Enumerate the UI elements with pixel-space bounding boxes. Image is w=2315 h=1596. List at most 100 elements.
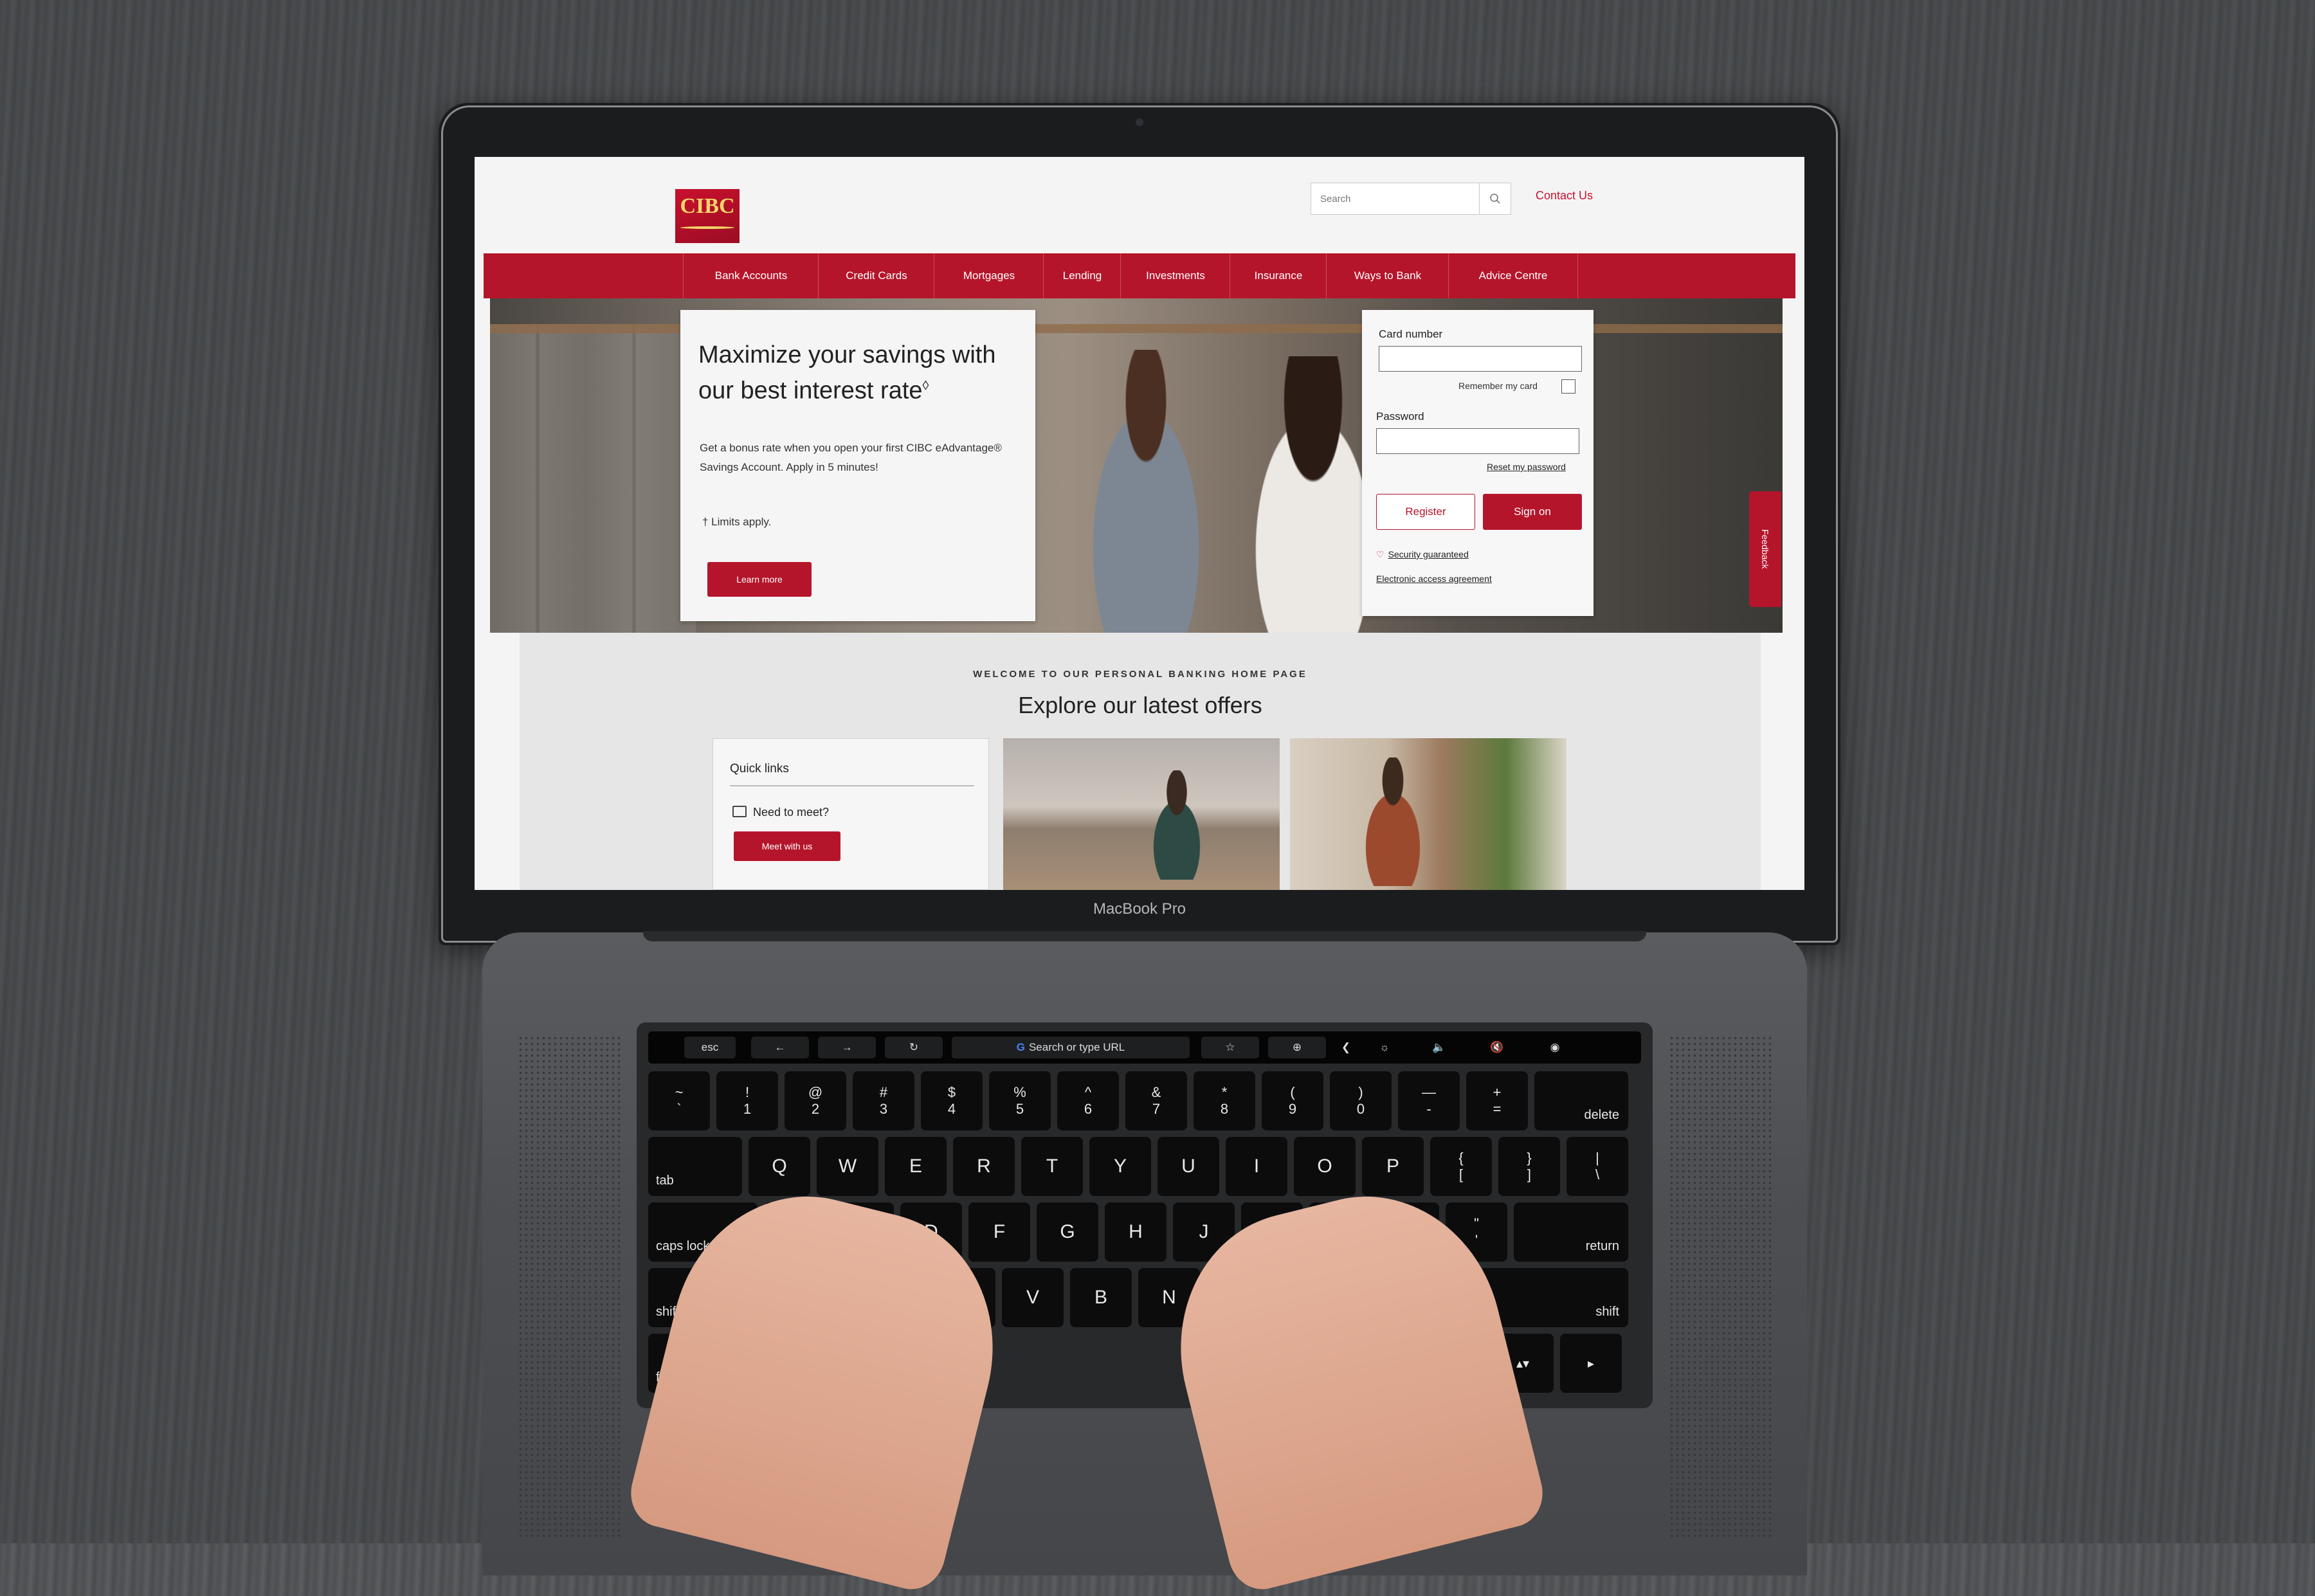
security-guaranteed-link[interactable]: ♡ Security guaranteed [1376, 549, 1469, 560]
key[interactable]: ^ 6 [1057, 1071, 1119, 1130]
key[interactable]: { [ [1430, 1137, 1492, 1196]
key[interactable]: I [1226, 1137, 1287, 1196]
divider [730, 785, 974, 786]
key[interactable]: Q [749, 1137, 810, 1196]
key[interactable]: ! 1 [716, 1071, 778, 1130]
shift-key[interactable]: shift [1479, 1268, 1628, 1327]
key[interactable]: ) 0 [1330, 1071, 1392, 1130]
key[interactable]: T [1021, 1137, 1083, 1196]
key[interactable]: E [885, 1137, 947, 1196]
laptop-lid: CIBC Contact Us Bank Accounts Credit Car… [439, 103, 1840, 945]
photo-figure [1348, 757, 1438, 886]
speaker-grille [1669, 1035, 1772, 1537]
key[interactable]: * 8 [1194, 1071, 1255, 1130]
key[interactable]: H [1105, 1202, 1167, 1262]
key[interactable]: } ] [1498, 1137, 1560, 1196]
offer-image-beach[interactable] [1003, 738, 1280, 890]
key[interactable]: G [1037, 1202, 1098, 1262]
forward-arrow-icon[interactable]: → [818, 1037, 876, 1058]
sign-in-panel: Card number Remember my card Password Re… [1362, 310, 1593, 616]
promo-body: Get a bonus rate when you open your firs… [700, 442, 1002, 473]
offers-section: WELCOME TO OUR PERSONAL BANKING HOME PAG… [520, 633, 1761, 890]
nav-credit-cards[interactable]: Credit Cards [818, 253, 934, 298]
nav-lending[interactable]: Lending [1043, 253, 1121, 298]
cibc-logo[interactable]: CIBC [675, 189, 740, 243]
key[interactable]: O [1294, 1137, 1356, 1196]
mute-icon[interactable]: 🔇 [1471, 1037, 1523, 1058]
promo-note: † Limits apply. [702, 516, 772, 528]
touch-bar: esc ← → ↻ G Search or type URL ☆ ⊕ ❮ ☼ 🔈 … [648, 1031, 1641, 1064]
hinge [643, 931, 1646, 941]
google-icon: G [1016, 1041, 1025, 1053]
speaker-grille [518, 1035, 621, 1537]
offer-image-home[interactable] [1290, 738, 1566, 890]
shield-icon: ♡ [1376, 549, 1384, 559]
key[interactable]: # 3 [853, 1071, 914, 1130]
search-box [1311, 183, 1511, 215]
reload-icon[interactable]: ↻ [885, 1037, 943, 1058]
key[interactable]: V [1002, 1268, 1064, 1327]
password-label: Password [1376, 410, 1424, 422]
register-button[interactable]: Register [1376, 494, 1475, 530]
welcome-eyebrow: WELCOME TO OUR PERSONAL BANKING HOME PAG… [973, 669, 1307, 680]
remember-card-label: Remember my card [1458, 381, 1538, 391]
card-number-field[interactable] [1379, 346, 1582, 372]
quick-links-card: Quick links Need to meet? Meet with us [713, 738, 989, 890]
main-nav: Bank Accounts Credit Cards Mortgages Len… [484, 253, 1795, 298]
nav-insurance[interactable]: Insurance [1230, 253, 1327, 298]
need-to-meet-text: Need to meet? [753, 806, 830, 819]
brightness-icon[interactable]: ☼ [1362, 1037, 1407, 1058]
back-arrow-icon[interactable]: ← [751, 1037, 809, 1058]
right-arrow-icon[interactable]: ▸ [1560, 1334, 1622, 1393]
reset-password-link[interactable]: Reset my password [1487, 462, 1566, 472]
touchbar-url-field[interactable]: G Search or type URL [952, 1037, 1190, 1058]
delete-key[interactable]: delete [1534, 1071, 1628, 1130]
remember-card-checkbox[interactable] [1561, 379, 1575, 394]
key[interactable]: $ 4 [921, 1071, 983, 1130]
key[interactable]: + = [1466, 1071, 1528, 1130]
key[interactable]: & 7 [1125, 1071, 1187, 1130]
key[interactable]: R [953, 1137, 1015, 1196]
nav-investments[interactable]: Investments [1120, 253, 1230, 298]
search-button[interactable] [1479, 183, 1511, 214]
search-input[interactable] [1311, 183, 1480, 214]
bookmark-star-icon[interactable]: ☆ [1201, 1037, 1259, 1058]
new-tab-icon[interactable]: ⊕ [1268, 1037, 1326, 1058]
key[interactable]: P [1362, 1137, 1424, 1196]
meet-with-us-button[interactable]: Meet with us [734, 831, 840, 861]
nav-bank-accounts[interactable]: Bank Accounts [683, 253, 819, 298]
key[interactable]: Y [1089, 1137, 1151, 1196]
key[interactable]: | \ [1566, 1137, 1628, 1196]
site-header: CIBC Contact Us [475, 157, 1804, 253]
key[interactable]: @ 2 [785, 1071, 846, 1130]
contact-us-link[interactable]: Contact Us [1536, 189, 1593, 203]
password-field[interactable] [1376, 428, 1579, 454]
nav-ways-to-bank[interactable]: Ways to Bank [1326, 253, 1449, 298]
key[interactable]: — - [1398, 1071, 1460, 1130]
esc-key[interactable]: esc [684, 1037, 736, 1058]
card-number-label: Card number [1379, 328, 1443, 340]
key[interactable]: ~ ` [648, 1071, 710, 1130]
collapse-chevron-icon[interactable]: ❮ [1336, 1037, 1356, 1058]
volume-icon[interactable]: 🔈 [1413, 1037, 1465, 1058]
sign-on-button[interactable]: Sign on [1483, 494, 1582, 530]
learn-more-button[interactable]: Learn more [707, 562, 812, 597]
siri-icon[interactable]: ◉ [1529, 1037, 1581, 1058]
camera [1136, 118, 1143, 126]
nav-advice-centre[interactable]: Advice Centre [1448, 253, 1578, 298]
calendar-icon [732, 806, 747, 817]
feedback-tab[interactable]: Feedback [1749, 491, 1781, 607]
tab-key[interactable]: tab [648, 1137, 742, 1196]
key[interactable]: ( 9 [1262, 1071, 1323, 1130]
search-icon [1490, 194, 1500, 204]
key[interactable]: % 5 [989, 1071, 1051, 1130]
key[interactable]: U [1158, 1137, 1219, 1196]
key[interactable]: F [968, 1202, 1030, 1262]
return-key[interactable]: return [1514, 1202, 1628, 1262]
hero-photo-cabinets [490, 324, 696, 633]
key[interactable]: W [817, 1137, 878, 1196]
nav-mortgages[interactable]: Mortgages [934, 253, 1044, 298]
key[interactable]: B [1070, 1268, 1132, 1327]
diamond-mark: ◊ [922, 379, 929, 393]
electronic-access-agreement-link[interactable]: Electronic access agreement [1376, 574, 1492, 584]
